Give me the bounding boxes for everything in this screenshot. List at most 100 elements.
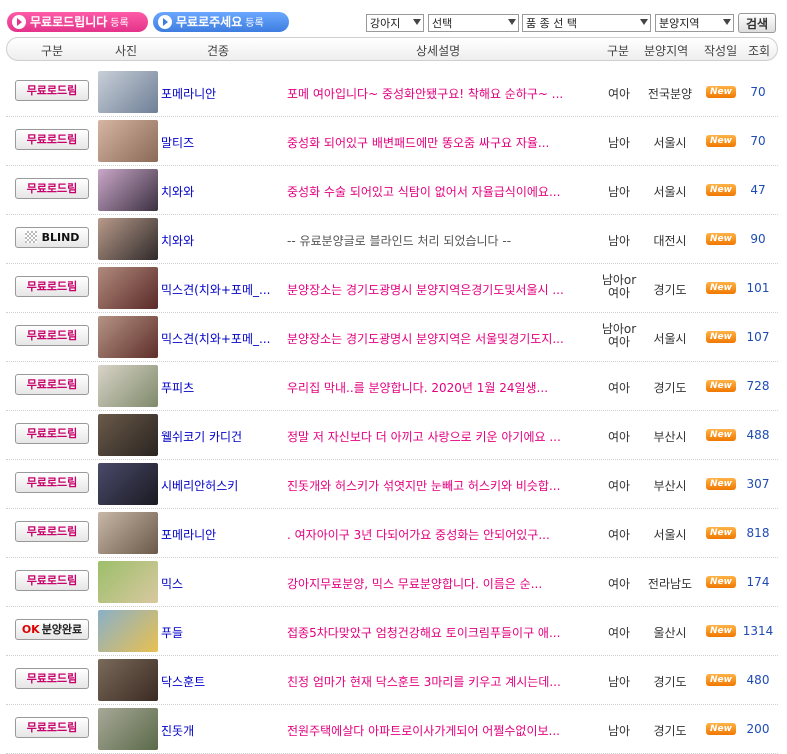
view-count: 818 bbox=[746, 526, 770, 540]
table-row[interactable]: 무료로드림 시베리안허스키 진돗개와 허스키가 섞엿지만 눈빼고 허스키와 비슷합.… bbox=[6, 460, 778, 509]
new-badge: New bbox=[706, 86, 736, 98]
table-row[interactable]: 무료로드림 믹스견(치와+포메_... 분양장소는 경기도광명시 분양지역은경기도및… bbox=[6, 264, 778, 313]
adopted-status-button[interactable]: OK 분양완료 bbox=[15, 619, 89, 640]
gender-text: 여아 bbox=[607, 479, 631, 493]
description-link[interactable]: 정말 저 자신보다 더 아끼고 사랑으로 키운 아기에요 ... bbox=[287, 428, 587, 445]
pet-photo[interactable] bbox=[98, 120, 158, 162]
table-row[interactable]: 무료로드림 믹스견(치와+포메_... 분양장소는 경기도광명시 분양지역은 서울및… bbox=[6, 313, 778, 362]
gender-text: 남아 bbox=[607, 675, 631, 689]
pet-photo[interactable] bbox=[98, 267, 158, 309]
breed-link[interactable]: 시베리안허스키 bbox=[161, 477, 279, 494]
pet-photo[interactable] bbox=[98, 71, 158, 113]
pet-photo[interactable] bbox=[98, 316, 158, 358]
table-row[interactable]: 무료로드림 믹스 강아지무료분양, 믹스 무료분양합니다. 이름은 순... 여아 전라… bbox=[6, 558, 778, 607]
breed-link[interactable]: 진돗개 bbox=[161, 722, 279, 739]
new-badge: New bbox=[706, 478, 736, 490]
pet-photo[interactable] bbox=[98, 365, 158, 407]
col-type: 구분 bbox=[41, 44, 64, 58]
region-text: 서울시 bbox=[653, 136, 687, 150]
table-row[interactable]: 무료로드림 치와와 중성화 수술 되어있고 식탐이 없어서 자율급식이에요... 남아… bbox=[6, 166, 778, 215]
breed-link[interactable]: 말티즈 bbox=[161, 134, 279, 151]
new-badge: New bbox=[706, 625, 736, 637]
gender-text: 남아 bbox=[607, 724, 631, 738]
description-link[interactable]: 접종5차다맞았구 엄청건강해요 토이크림푸들이구 애... bbox=[287, 624, 587, 641]
table-row[interactable]: 무료로드림 포메라니안 . 여자아이구 3년 다되어가요 중성화는 안되어있구...… bbox=[6, 509, 778, 558]
tab-free-want-register[interactable]: 무료로주세요 등록 bbox=[153, 12, 289, 32]
top-bar: 무료로드립니다 등록 무료로주세요 등록 강아지 선택 품 종 선 택 분양지역 검… bbox=[0, 0, 787, 34]
description-link[interactable]: 중성화 되어있구 배변패드에만 똥오줌 싸구요 자율... bbox=[287, 134, 587, 151]
description-link[interactable]: 포메 여아입니다~ 중성화안됐구요! 착해요 순하구~ ... bbox=[287, 85, 587, 102]
col-date: 작성일 bbox=[704, 44, 738, 58]
table-row[interactable]: 무료로드림 웰쉬코기 카디건 정말 저 자신보다 더 아끼고 사랑으로 키운 아기에… bbox=[6, 411, 778, 460]
chevron-down-icon bbox=[413, 19, 421, 25]
free-give-status-button[interactable]: 무료로드림 bbox=[15, 423, 89, 444]
breed-link[interactable]: 포메라니안 bbox=[161, 526, 279, 543]
description-link[interactable]: 중성화 수술 되어있고 식탐이 없어서 자율급식이에요... bbox=[287, 183, 587, 200]
breed-link[interactable]: 포메라니안 bbox=[161, 85, 279, 102]
pet-photo[interactable] bbox=[98, 659, 158, 701]
description-link[interactable]: 분양장소는 경기도광명시 분양지역은 서울및경기도지... bbox=[287, 330, 587, 347]
animal-select[interactable]: 강아지 bbox=[366, 14, 424, 32]
pet-photo[interactable] bbox=[98, 463, 158, 505]
breed-link[interactable]: 푸들 bbox=[161, 624, 279, 641]
breed-link[interactable]: 웰쉬코기 카디건 bbox=[161, 428, 279, 445]
pet-photo[interactable] bbox=[98, 561, 158, 603]
free-give-status-button[interactable]: 무료로드림 bbox=[15, 178, 89, 199]
free-give-status-button[interactable]: 무료로드림 bbox=[15, 668, 89, 689]
free-give-status-button[interactable]: 무료로드림 bbox=[15, 374, 89, 395]
new-badge: New bbox=[706, 331, 736, 343]
description-link[interactable]: 친정 엄마가 현재 닥스훈트 3마리를 키우고 계시는데... bbox=[287, 673, 587, 690]
col-gender: 구분 bbox=[607, 44, 630, 58]
free-give-status-button[interactable]: 무료로드림 bbox=[15, 80, 89, 101]
description-link[interactable]: 우리집 막내..를 분양합니다. 2020년 1월 24일생... bbox=[287, 379, 587, 396]
pet-photo[interactable] bbox=[98, 169, 158, 211]
pet-photo[interactable] bbox=[98, 218, 158, 260]
free-give-status-button[interactable]: 무료로드림 bbox=[15, 472, 89, 493]
table-row[interactable]: 무료로드림 말티즈 중성화 되어있구 배변패드에만 똥오줌 싸구요 자율... 남아 서… bbox=[6, 117, 778, 166]
search-button[interactable]: 검색 bbox=[738, 13, 776, 33]
table-row[interactable]: 무료로드림 닥스훈트 친정 엄마가 현재 닥스훈트 3마리를 키우고 계시는데...… bbox=[6, 656, 778, 705]
view-count: 1314 bbox=[742, 624, 774, 638]
breed-link[interactable]: 믹스견(치와+포메_... bbox=[161, 330, 279, 347]
free-give-status-button[interactable]: 무료로드림 bbox=[15, 521, 89, 542]
pet-photo[interactable] bbox=[98, 610, 158, 652]
table-row[interactable]: 무료로드림 푸피츠 우리집 막내..를 분양합니다. 2020년 1월 24일생..… bbox=[6, 362, 778, 411]
breed-link[interactable]: 치와와 bbox=[161, 183, 279, 200]
blind-status-button[interactable]: BLIND bbox=[15, 227, 89, 248]
free-give-status-button[interactable]: 무료로드림 bbox=[15, 570, 89, 591]
tab-free-give-register[interactable]: 무료로드립니다 등록 bbox=[7, 12, 148, 32]
table-row[interactable]: BLIND 치와와 -- 유료분양글로 블라인드 처리 되었습니다 -- 남아 대전시 N… bbox=[6, 215, 778, 264]
description-link[interactable]: 전원주택에살다 아파트로이사가게되어 어쩔수없이보... bbox=[287, 722, 587, 739]
description-link[interactable]: 분양장소는 경기도광명시 분양지역은경기도및서울시 ... bbox=[287, 281, 587, 298]
gender-text: 남아or 여아 bbox=[601, 273, 637, 300]
free-give-status-button[interactable]: 무료로드림 bbox=[15, 276, 89, 297]
description-link[interactable]: 진돗개와 허스키가 섞엿지만 눈빼고 허스키와 비슷합... bbox=[287, 477, 587, 494]
table-row[interactable]: 무료로드림 포메라니안 포메 여아입니다~ 중성화안됐구요! 착해요 순하구~ ..… bbox=[6, 68, 778, 117]
new-badge: New bbox=[706, 282, 736, 294]
status-label: BLIND bbox=[41, 231, 80, 244]
description-link[interactable]: -- 유료분양글로 블라인드 처리 되었습니다 -- bbox=[287, 232, 587, 249]
pet-photo[interactable] bbox=[98, 512, 158, 554]
col-region: 분양지역 bbox=[644, 44, 689, 58]
category-select[interactable]: 선택 bbox=[428, 14, 519, 32]
pet-photo[interactable] bbox=[98, 414, 158, 456]
breed-link[interactable]: 믹스 bbox=[161, 575, 279, 592]
breed-select[interactable]: 품 종 선 택 bbox=[522, 14, 651, 32]
chevron-down-icon bbox=[508, 19, 516, 25]
free-give-status-button[interactable]: 무료로드림 bbox=[15, 129, 89, 150]
breed-link[interactable]: 닥스훈트 bbox=[161, 673, 279, 690]
table-row[interactable]: 무료로드림 진돗개 전원주택에살다 아파트로이사가게되어 어쩔수없이보... 남아 경기… bbox=[6, 705, 778, 754]
description-link[interactable]: 강아지무료분양, 믹스 무료분양합니다. 이름은 순... bbox=[287, 575, 587, 592]
region-select[interactable]: 분양지역 bbox=[655, 14, 734, 32]
new-badge: New bbox=[706, 135, 736, 147]
breed-link[interactable]: 푸피츠 bbox=[161, 379, 279, 396]
table-row[interactable]: OK 분양완료 푸들 접종5차다맞았구 엄청건강해요 토이크림푸들이구 애... 여아 울… bbox=[6, 607, 778, 656]
free-give-status-button[interactable]: 무료로드림 bbox=[15, 717, 89, 738]
view-count: 47 bbox=[750, 183, 766, 197]
free-give-status-button[interactable]: 무료로드림 bbox=[15, 325, 89, 346]
breed-link[interactable]: 치와와 bbox=[161, 232, 279, 249]
view-count: 107 bbox=[746, 330, 770, 344]
breed-link[interactable]: 믹스견(치와+포메_... bbox=[161, 281, 279, 298]
description-link[interactable]: . 여자아이구 3년 다되어가요 중성화는 안되어있구... bbox=[287, 526, 587, 543]
chevron-right-icon bbox=[12, 15, 26, 29]
